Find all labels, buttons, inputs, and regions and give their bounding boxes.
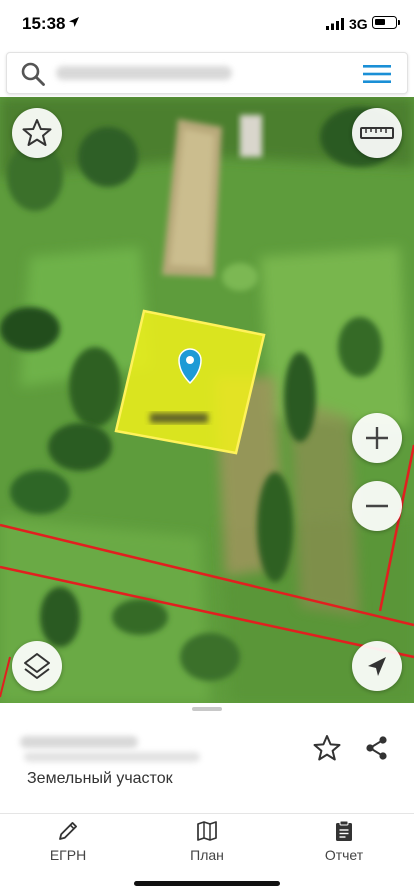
search-icon[interactable] xyxy=(20,61,46,87)
search-query-redacted xyxy=(56,66,232,80)
share-icon[interactable] xyxy=(362,733,392,763)
zoom-in-button[interactable] xyxy=(352,413,402,463)
tab-egrn[interactable]: ЕГРН xyxy=(18,816,118,866)
my-location-button[interactable] xyxy=(352,641,402,691)
layers-icon xyxy=(24,653,50,679)
tab-plan[interactable]: План xyxy=(157,816,257,866)
battery-icon xyxy=(372,16,397,29)
parcel-type-label: Земельный участок xyxy=(27,770,173,787)
tab-report[interactable]: Отчет xyxy=(294,816,394,866)
status-time: 15:38 xyxy=(22,14,66,33)
map-icon xyxy=(197,821,217,841)
star-icon xyxy=(22,119,52,146)
navigation-arrow-icon xyxy=(368,657,386,676)
satellite-imagery xyxy=(0,97,414,703)
location-arrow-icon xyxy=(69,17,79,27)
carrier-label: 3G xyxy=(349,16,368,32)
clipboard-icon xyxy=(336,820,352,841)
battery-tip xyxy=(398,20,400,25)
ruler-button[interactable] xyxy=(352,108,402,158)
sheet-drag-handle[interactable] xyxy=(192,707,222,711)
parcel-number-redacted xyxy=(20,736,138,748)
tab-plan-label: План xyxy=(190,847,224,863)
star-outline-icon[interactable] xyxy=(312,733,342,763)
map-view[interactable] xyxy=(0,97,414,703)
layers-button[interactable] xyxy=(12,641,62,691)
tab-report-label: Отчет xyxy=(324,847,364,863)
signal-icon xyxy=(326,18,344,30)
tab-egrn-label: ЕГРН xyxy=(49,847,87,863)
parcel-address-redacted xyxy=(24,752,200,762)
menu-icon[interactable] xyxy=(362,62,392,86)
home-indicator[interactable] xyxy=(134,881,280,886)
zoom-out-button[interactable] xyxy=(352,481,402,531)
ruler-icon xyxy=(360,127,394,139)
minus-icon xyxy=(366,504,388,508)
plus-icon xyxy=(366,427,388,449)
pencil-icon xyxy=(59,822,77,840)
favorite-star-button[interactable] xyxy=(12,108,62,158)
parcel-label-redacted xyxy=(150,413,208,423)
